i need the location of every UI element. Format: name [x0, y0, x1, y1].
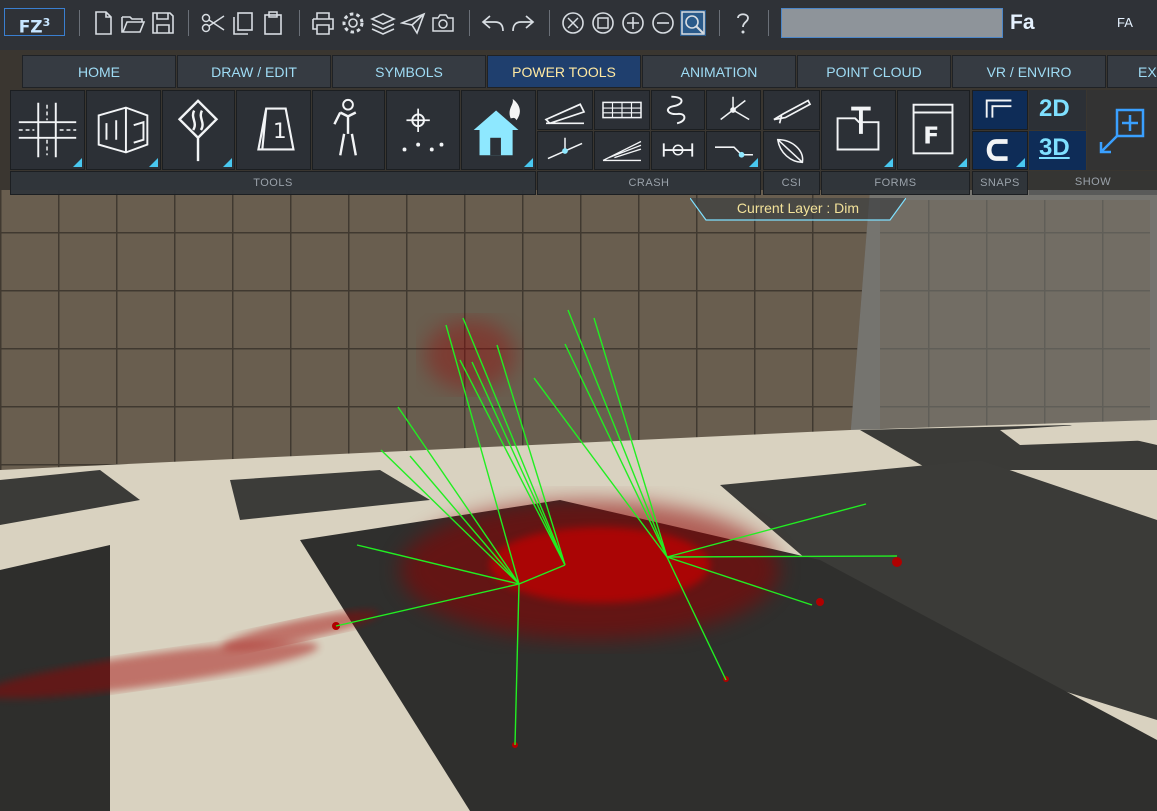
slope-icon[interactable] — [594, 131, 650, 170]
snap-corner-icon[interactable] — [972, 90, 1028, 130]
toolbar-divider — [469, 10, 470, 36]
intersection-icon[interactable] — [10, 90, 85, 170]
group-csi-label: CSI — [763, 171, 820, 195]
mode-2d-label: 2D — [1039, 95, 1070, 122]
logo-superscript: 3 — [42, 16, 51, 29]
tab-point-cloud[interactable]: POINT CLOUD — [797, 55, 951, 88]
app-logo[interactable]: FZ3 — [4, 8, 65, 38]
tab-vr-enviro[interactable]: VR / ENVIRO — [952, 55, 1106, 88]
toolbar-divider — [768, 10, 769, 36]
target-point-icon[interactable] — [386, 90, 460, 170]
person-icon[interactable] — [312, 90, 385, 170]
svg-text:1: 1 — [273, 119, 287, 144]
search-input[interactable] — [781, 8, 1003, 38]
zoom-window-icon[interactable] — [590, 10, 616, 36]
font-awesome-label[interactable]: Fa — [1010, 11, 1035, 35]
tab-draw-edit[interactable]: DRAW / EDIT — [177, 55, 331, 88]
blood-spatter-trajectory-icon[interactable] — [763, 90, 820, 130]
layers-icon[interactable] — [370, 10, 396, 36]
toolbar-divider — [549, 10, 550, 36]
zoom-extents-icon[interactable] — [560, 10, 586, 36]
mode-3d-label: 3D — [1039, 134, 1070, 161]
send-icon[interactable] — [399, 10, 426, 36]
snap-magnet-icon[interactable] — [972, 131, 1028, 170]
group-snaps-label: SNAPS — [972, 171, 1028, 195]
vehicle-axle-icon[interactable] — [651, 131, 705, 170]
group-tools-label: TOOLS — [10, 171, 536, 195]
group-show-label: SHOW — [1029, 171, 1157, 195]
evidence-marker-icon[interactable]: 1 — [236, 90, 311, 170]
toolbar-divider — [79, 10, 80, 36]
house-fire-icon[interactable] — [461, 90, 536, 170]
group-forms-label: FORMS — [821, 171, 970, 195]
camera-icon[interactable] — [430, 10, 456, 36]
open-folder-icon[interactable] — [120, 10, 146, 36]
zoom-out-icon[interactable] — [650, 10, 676, 36]
mode-2d-button[interactable]: 2D — [1029, 90, 1086, 130]
svg-text:F: F — [923, 122, 939, 150]
drop-point-icon[interactable] — [537, 131, 593, 170]
tab-animation[interactable]: ANIMATION — [642, 55, 796, 88]
grid-table-icon[interactable] — [594, 90, 650, 130]
settings-icon[interactable] — [340, 10, 366, 36]
help-icon[interactable] — [730, 10, 756, 36]
logo-text: FZ — [18, 17, 43, 38]
zoom-in-icon[interactable] — [620, 10, 646, 36]
toolbar-divider — [188, 10, 189, 36]
undo-icon[interactable] — [480, 10, 506, 36]
ribbon-tabs: HOME DRAW / EDIT SYMBOLS POWER TOOLS ANI… — [22, 55, 1157, 89]
mode-3d-button[interactable]: 3D — [1029, 131, 1086, 170]
group-crash-label: CRASH — [537, 171, 761, 195]
show-extents-icon[interactable] — [1087, 90, 1157, 170]
tab-home[interactable]: HOME — [22, 55, 176, 88]
tab-power-tools[interactable]: POWER TOOLS — [487, 55, 641, 88]
toolbar-divider — [299, 10, 300, 36]
cut-icon[interactable] — [200, 10, 226, 36]
current-layer-label[interactable]: Current Layer : Dim — [690, 200, 906, 216]
paste-icon[interactable] — [260, 10, 286, 36]
fa-right-label[interactable]: FA — [1117, 15, 1133, 30]
new-file-icon[interactable] — [90, 10, 116, 36]
tab-symbols[interactable]: SYMBOLS — [332, 55, 486, 88]
print-icon[interactable] — [310, 10, 336, 36]
tab-exi[interactable]: EXI — [1107, 55, 1157, 88]
copy-icon[interactable] — [230, 10, 256, 36]
building-icon[interactable] — [86, 90, 161, 170]
skid-path-icon[interactable] — [651, 90, 705, 130]
line-point-icon[interactable] — [706, 131, 761, 170]
top-toolbar: FZ3 Fa FA — [0, 0, 1157, 50]
node-branch-icon[interactable] — [706, 90, 761, 130]
road-sign-icon[interactable] — [162, 90, 235, 170]
ramp-icon[interactable] — [537, 90, 593, 130]
form-template-icon[interactable]: F — [897, 90, 970, 170]
save-icon[interactable] — [150, 10, 176, 36]
text-form-icon[interactable] — [821, 90, 896, 170]
leaf-stain-icon[interactable] — [763, 131, 820, 170]
redo-icon[interactable] — [510, 10, 536, 36]
toolbar-divider — [719, 10, 720, 36]
zoom-box-icon[interactable] — [680, 10, 706, 36]
